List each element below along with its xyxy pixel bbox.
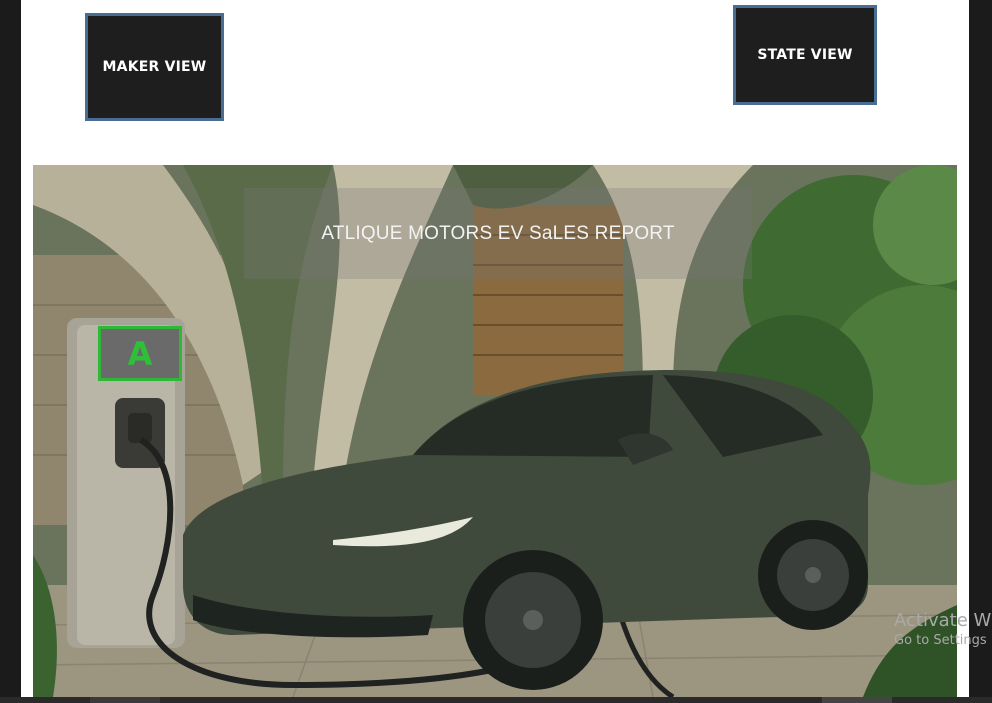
- windows-activation-watermark: Activate Wi Go to Settings: [894, 610, 992, 650]
- taskbar: [0, 697, 992, 703]
- logo-letter: A: [127, 334, 153, 373]
- taskbar-item[interactable]: [822, 697, 892, 703]
- watermark-line-2: Go to Settings: [894, 633, 987, 648]
- maker-view-button[interactable]: MAKER VIEW: [85, 13, 224, 121]
- hero-image: ATLIQUE MOTORS EV SaLES REPORT A: [33, 165, 957, 697]
- taskbar-item[interactable]: [90, 697, 160, 703]
- report-canvas: MAKER VIEW STATE VIEW ATLIQUE MOTORS EV …: [21, 0, 969, 703]
- company-logo: A: [98, 326, 182, 381]
- report-title-banner: ATLIQUE MOTORS EV SaLES REPORT: [244, 188, 752, 279]
- state-view-button[interactable]: STATE VIEW: [733, 5, 877, 105]
- watermark-line-1: Activate Wi: [894, 610, 992, 631]
- report-title: ATLIQUE MOTORS EV SaLES REPORT: [321, 222, 675, 244]
